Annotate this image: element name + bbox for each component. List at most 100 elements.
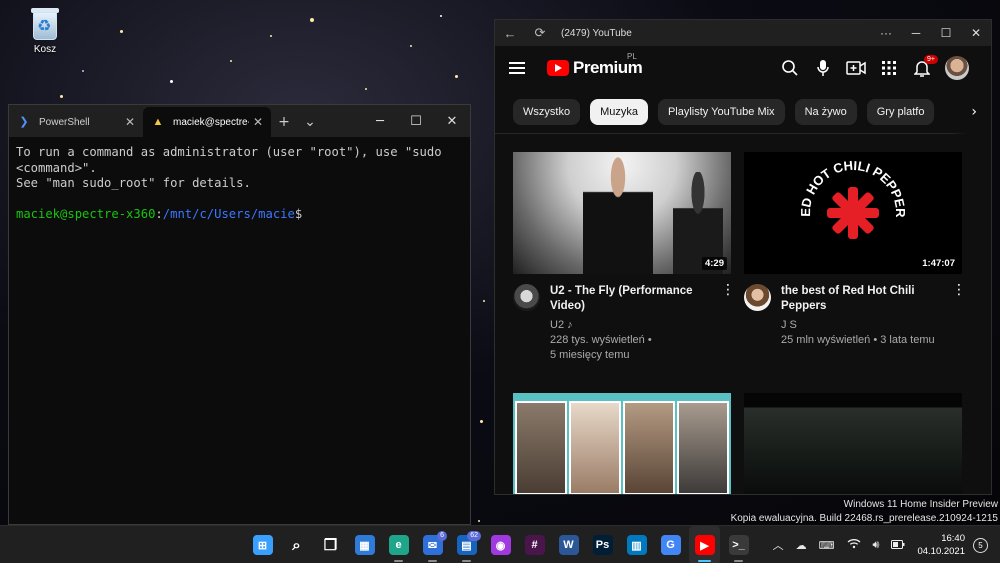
close-button[interactable]: ✕ — [961, 20, 991, 46]
video-card[interactable] — [744, 393, 962, 494]
clock-date: 04.10.2021 — [917, 546, 965, 557]
terminal-window-controls: ─ ☐ ✕ — [362, 105, 470, 137]
taskbar-app-messenger[interactable]: ◉ — [485, 526, 516, 563]
taskbar-app-translate[interactable]: G — [655, 526, 686, 563]
maximize-button[interactable]: ☐ — [398, 105, 434, 137]
video-thumbnail[interactable]: RED HOT CHILI PEPPERS 1:47:07 — [744, 152, 962, 274]
volume-icon[interactable]: 🔊︎ — [873, 538, 880, 552]
video-menu-icon[interactable]: ⋮ — [721, 283, 735, 297]
taskbar: ⊞ ⌕ ❐ ▦ e ✉ 6 ▤ 62 ◉ # W Ps ▥ G ▶ >_ ︿ ☁ ⌨ 🔊︎ 16:40 04.1… — [0, 525, 1000, 563]
prompt-end: $ — [294, 206, 303, 221]
watermark-line: Windows 11 Home Insider Preview — [843, 499, 998, 510]
logo-region: PL — [627, 52, 637, 61]
minimize-button[interactable]: ─ — [362, 105, 398, 137]
channel-name[interactable]: U2 ♪ — [550, 318, 710, 333]
terminal-tab-bar: ❯ PowerShell ✕ ▲ maciek@spectre- ✕ + ⌄ ─… — [9, 105, 470, 137]
video-views: 25 mln wyświetleń • 3 lata temu — [781, 334, 935, 346]
prompt-separator: : — [155, 206, 163, 221]
chip-playlisty-mix[interactable]: Playlisty YouTube Mix — [657, 98, 785, 125]
video-title[interactable]: the best of Red Hot Chili Peppers — [781, 284, 941, 314]
channel-name[interactable]: J S — [781, 318, 941, 333]
recycle-bin-desktop-icon[interactable]: ♻ Kosz — [20, 6, 70, 55]
notification-count-badge: 9+ — [924, 55, 938, 64]
video-thumbnail[interactable] — [744, 393, 962, 494]
chip-wszystko[interactable]: Wszystko — [513, 98, 581, 125]
window-title: (2479) YouTube — [561, 27, 632, 39]
terminal-line: To run a command as administrator (user … — [16, 145, 442, 159]
taskbar-app-slack[interactable]: # — [519, 526, 550, 563]
tab-dropdown-chevron-icon[interactable]: ⌄ — [297, 107, 323, 137]
onedrive-cloud-icon[interactable]: ☁ — [796, 539, 807, 552]
windows-watermark: Windows 11 Home Insider Preview Kopia ew… — [731, 498, 998, 526]
taskbar-app-mail[interactable]: ✉ 6 — [417, 526, 448, 563]
minimize-button[interactable]: ─ — [901, 20, 931, 46]
chips-next-chevron-icon[interactable]: › — [951, 90, 991, 134]
tab-linux-shell[interactable]: ▲ maciek@spectre- ✕ — [143, 107, 271, 137]
running-indicator — [462, 560, 471, 562]
messenger-icon: ◉ — [490, 535, 511, 555]
wifi-icon[interactable] — [847, 538, 861, 552]
taskbar-app-terminal[interactable]: >_ — [723, 526, 754, 563]
youtube-play-icon — [547, 60, 569, 76]
search-icon[interactable] — [780, 58, 800, 78]
battery-icon[interactable] — [891, 539, 905, 552]
channel-avatar[interactable] — [513, 284, 540, 311]
tray-chevron-up-icon[interactable]: ︿ — [773, 537, 784, 553]
word-icon: W — [558, 535, 579, 555]
taskbar-app-youtube[interactable]: ▶ — [689, 526, 720, 563]
terminal-line: <command>". — [16, 160, 97, 175]
taskbar-app-outlook[interactable]: ▤ 62 — [451, 526, 482, 563]
video-thumbnail[interactable]: 4:29 — [513, 152, 731, 274]
microphone-icon[interactable] — [813, 58, 833, 78]
refresh-icon[interactable]: ⟳ — [525, 25, 555, 41]
taskbar-app-trello[interactable]: ▥ — [621, 526, 652, 563]
prompt-user: maciek@spectre-x360 — [16, 206, 156, 221]
taskbar-app-search[interactable]: ⌕ — [281, 526, 312, 563]
prompt-path: /mnt/c/Users/macie — [162, 206, 295, 221]
video-card[interactable]: RED HOT CHILI PEPPERS 1:47:07 the best o… — [744, 152, 966, 348]
video-thumbnail[interactable] — [513, 393, 731, 494]
youtube-premium-logo[interactable]: Premium PL — [547, 52, 643, 78]
recycle-bin-label: Kosz — [33, 44, 57, 55]
create-video-icon[interactable] — [846, 58, 866, 78]
video-card[interactable]: 4:29 U2 - The Fly (Performance Video) U2… — [513, 152, 735, 363]
close-tab-icon[interactable]: ✕ — [125, 115, 135, 129]
youtube-header: Premium PL 9+ — [495, 46, 991, 90]
tab-label: maciek@spectre- — [173, 116, 249, 128]
maximize-button[interactable]: ☐ — [931, 20, 961, 46]
account-avatar[interactable] — [945, 56, 969, 80]
hamburger-menu-icon[interactable] — [509, 59, 525, 77]
video-menu-icon[interactable]: ⋮ — [952, 283, 966, 297]
notification-center-badge[interactable]: 5 — [973, 537, 988, 553]
tab-powershell[interactable]: ❯ PowerShell ✕ — [9, 107, 143, 137]
terminal-prompt: maciek@spectre-x360:/mnt/c/Users/macie$ — [16, 207, 463, 223]
taskbar-app-photoshop[interactable]: Ps — [587, 526, 618, 563]
apps-grid-icon[interactable] — [879, 58, 899, 78]
keyboard-icon[interactable]: ⌨ — [819, 539, 835, 552]
youtube-window[interactable]: ← ⟳ (2479) YouTube ··· ─ ☐ ✕ Premium PL — [494, 19, 992, 495]
taskbar-app-edge-can[interactable]: e — [383, 526, 414, 563]
video-duration: 1:47:07 — [919, 257, 958, 270]
close-button[interactable]: ✕ — [434, 105, 470, 137]
taskbar-app-word[interactable]: W — [553, 526, 584, 563]
task-view-icon: ❐ — [323, 537, 338, 554]
more-options-icon[interactable]: ··· — [871, 20, 901, 46]
terminal-output[interactable]: To run a command as administrator (user … — [9, 137, 470, 230]
slack-icon: # — [524, 535, 545, 555]
video-card[interactable] — [513, 393, 731, 494]
taskbar-app-task-view[interactable]: ❐ — [315, 526, 346, 563]
channel-avatar[interactable] — [744, 284, 771, 311]
close-tab-icon[interactable]: ✕ — [253, 115, 263, 129]
taskbar-app-start[interactable]: ⊞ — [247, 526, 278, 563]
terminal-icon: >_ — [728, 535, 749, 555]
chip-muzyka[interactable]: Muzyka — [590, 98, 648, 125]
video-title[interactable]: U2 - The Fly (Performance Video) — [550, 284, 710, 314]
back-arrow-icon[interactable]: ← — [495, 26, 525, 41]
chip-gry[interactable]: Gry platfo — [866, 98, 935, 125]
notifications-bell-icon[interactable]: 9+ — [912, 55, 938, 78]
terminal-window[interactable]: ❯ PowerShell ✕ ▲ maciek@spectre- ✕ + ⌄ ─… — [8, 104, 471, 525]
clock[interactable]: 16:40 04.10.2021 — [917, 532, 965, 558]
chip-na-zywo[interactable]: Na żywo — [794, 98, 857, 125]
taskbar-app-widgets[interactable]: ▦ — [349, 526, 380, 563]
new-tab-button[interactable]: + — [271, 107, 297, 137]
